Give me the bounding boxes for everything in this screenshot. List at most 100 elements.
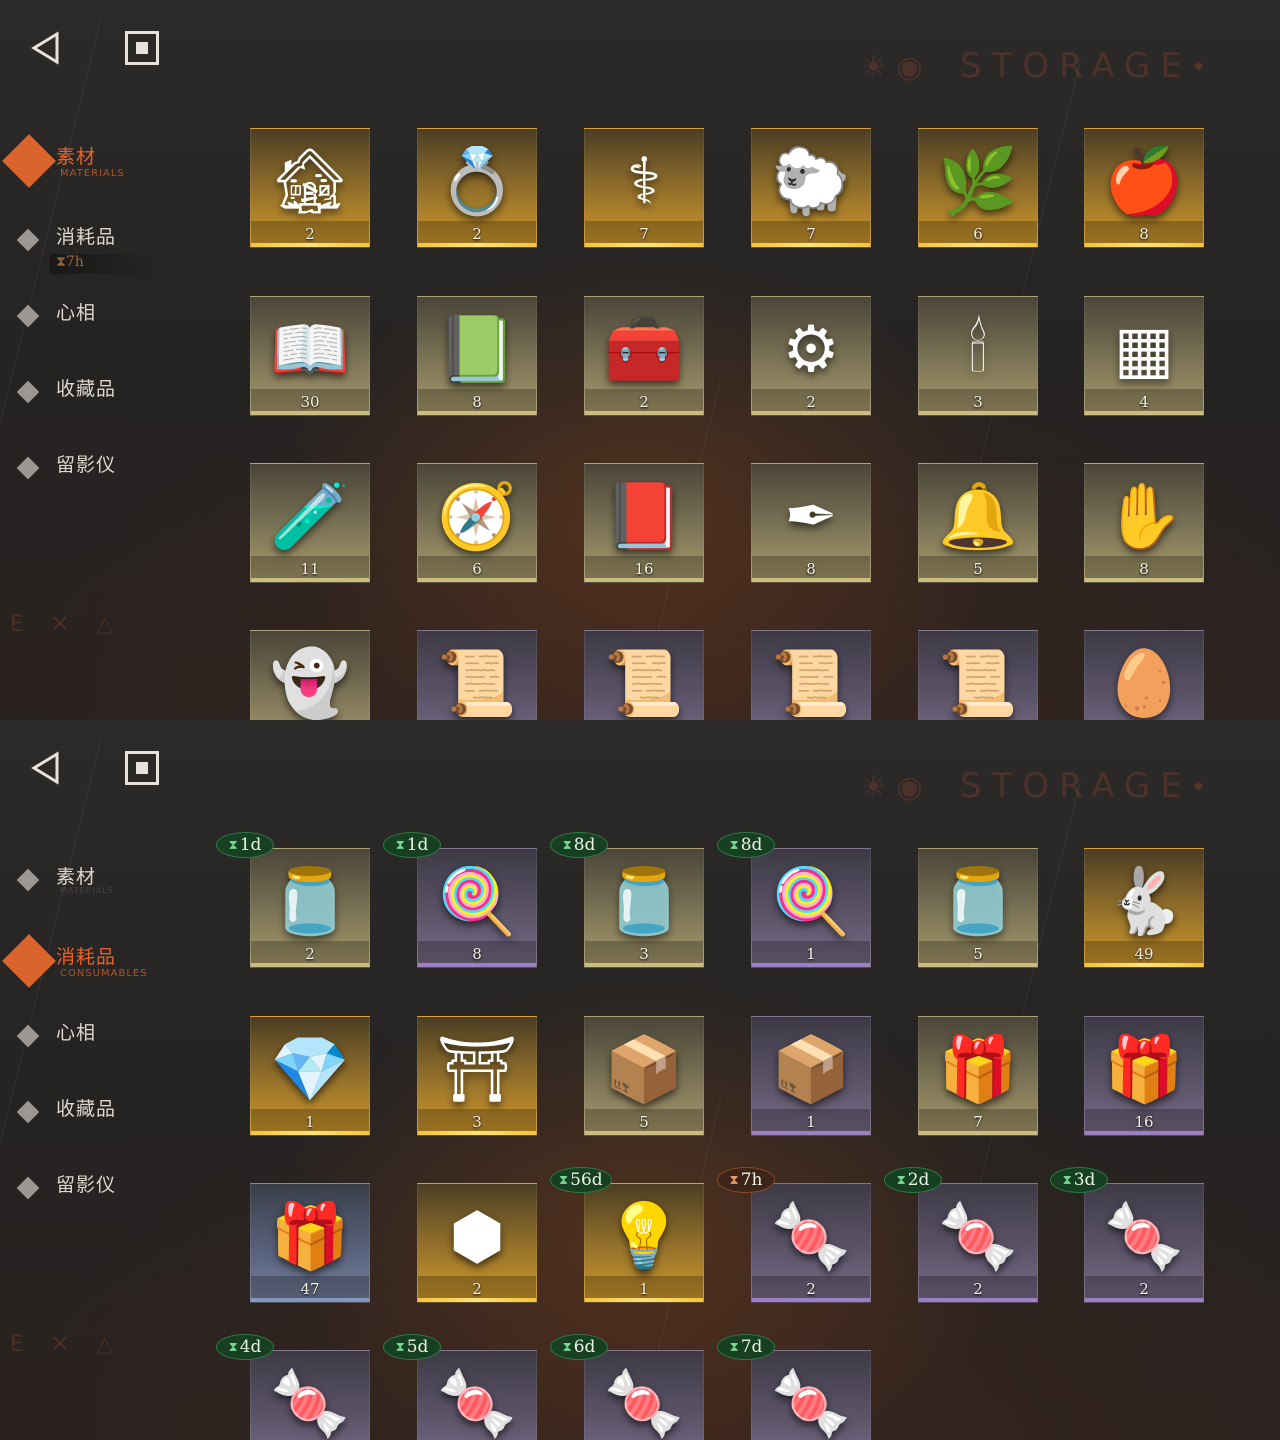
item-card[interactable]: 📜 (918, 630, 1038, 720)
item-card[interactable]: 🎁 16 (1084, 1016, 1204, 1136)
expiry-badge-text: 1d (406, 835, 429, 855)
item-card[interactable]: 📦 1 (751, 1016, 871, 1136)
tab-label: 素材 (56, 146, 97, 168)
item-card[interactable]: 🌿 6 (918, 128, 1038, 248)
hourglass-icon: ⧗ (729, 1339, 739, 1355)
item-count: 47 (300, 1280, 320, 1298)
expiry-badge-text: 3d (1073, 1170, 1096, 1190)
item-card[interactable]: 💍 2 (417, 128, 537, 248)
tab-label: 收藏品 (56, 378, 117, 400)
rarity-bar (1085, 1298, 1203, 1302)
tab-sublabel: CONSUMABLES (60, 968, 148, 979)
expiry-badge: ⧗ 7h (717, 1167, 775, 1193)
item-card[interactable]: 🍬 2 (918, 1183, 1038, 1303)
lollipops-icon: 🍭 (771, 865, 851, 939)
item-card[interactable]: 🍬 2 (751, 1183, 871, 1303)
item-card[interactable]: 🎁 47 (250, 1183, 370, 1303)
item-card[interactable]: 📜 (584, 630, 704, 720)
tab-collectibles[interactable]: 收藏品 (0, 372, 220, 428)
item-card[interactable]: 💎 1 (250, 1016, 370, 1136)
item-card[interactable]: 📦 5 (584, 1016, 704, 1136)
home-button[interactable] (122, 28, 162, 68)
item-card[interactable]: ⚕ 7 (584, 128, 704, 248)
item-count: 1 (806, 945, 816, 963)
item-count: 2 (1139, 1280, 1149, 1298)
tab-materials[interactable]: 素材 MATERIALS (0, 860, 220, 916)
rarity-bar (752, 578, 870, 582)
item-count: 2 (806, 393, 816, 411)
item-count: 1 (639, 1280, 649, 1298)
item-card[interactable]: ✋ 8 (1084, 463, 1204, 583)
item-card[interactable]: 👻 (250, 630, 370, 720)
rarity-bar (251, 1298, 369, 1302)
item-card[interactable]: 🍎 8 (1084, 128, 1204, 248)
tab-label: 消耗品 (56, 226, 117, 248)
item-card[interactable]: 📗 8 (417, 296, 537, 416)
item-card[interactable]: 🏚 2 (250, 128, 370, 248)
dot-icon: ◆ (1194, 778, 1204, 792)
tab-sublabel: MATERIALS (60, 168, 125, 179)
tab-collectibles[interactable]: 收藏品 (0, 1092, 220, 1148)
item-card[interactable]: 🫙 2 (250, 848, 370, 968)
golden-ring-icon: 💍 (437, 145, 517, 219)
item-card[interactable]: 📖 30 (250, 296, 370, 416)
item-card[interactable]: 🍭 1 (751, 848, 871, 968)
hourglass-icon: ⧗ (562, 1339, 572, 1355)
hourglass-icon: ⧗ (395, 1339, 405, 1355)
rarity-bar (919, 963, 1037, 967)
item-card[interactable]: 🥚 (1084, 630, 1204, 720)
item-card[interactable]: 📜 (751, 630, 871, 720)
item-card[interactable]: 📕 16 (584, 463, 704, 583)
item-card[interactable]: 🐑 7 (751, 128, 871, 248)
item-card[interactable]: 📜 (417, 630, 537, 720)
expiry-badge-text: 5d (406, 1337, 429, 1357)
item-card[interactable]: 🍬 (250, 1350, 370, 1440)
item-card[interactable]: 🧰 2 (584, 296, 704, 416)
back-button[interactable] (26, 28, 66, 68)
item-card[interactable]: ✒ 8 (751, 463, 871, 583)
tab-camera[interactable]: 留影仪 (0, 1168, 220, 1224)
item-card[interactable]: 🐇 49 (1084, 848, 1204, 968)
compass-disc-icon: 🧭 (437, 480, 517, 554)
back-triangle-icon (31, 751, 59, 785)
rune-table-icon: ⛩ (436, 1033, 518, 1107)
item-card[interactable]: ⚙ 2 (751, 296, 871, 416)
item-count: 2 (472, 225, 482, 243)
hexagon-puzzle-icon: ⬢ (449, 1200, 505, 1274)
tab-psychube[interactable]: 心相 (0, 1016, 220, 1072)
item-card[interactable]: 🫙 5 (918, 848, 1038, 968)
square-home-icon (125, 31, 159, 65)
scroll-green-icon: 📜 (604, 647, 684, 720)
item-card[interactable]: 🍬 (584, 1350, 704, 1440)
rarity-bar (1085, 243, 1203, 247)
home-button[interactable] (122, 748, 162, 788)
tab-camera[interactable]: 留影仪 (0, 448, 220, 504)
item-card[interactable]: ⬢ 2 (417, 1183, 537, 1303)
tab-psychube[interactable]: 心相 (0, 296, 220, 352)
item-card[interactable]: 🍭 8 (417, 848, 537, 968)
item-card[interactable]: 🍬 (751, 1350, 871, 1440)
item-card[interactable]: 🍬 2 (1084, 1183, 1204, 1303)
rarity-bar (418, 243, 536, 247)
storage-title: STORAGE (960, 46, 1192, 86)
item-card[interactable]: 💡 1 (584, 1183, 704, 1303)
hourglass-icon: ⧗ (562, 837, 572, 853)
item-card[interactable]: 🧪 11 (250, 463, 370, 583)
item-card[interactable]: 🎁 7 (918, 1016, 1038, 1136)
item-card[interactable]: 🕯 3 (918, 296, 1038, 416)
item-card[interactable]: 🔔 5 (918, 463, 1038, 583)
tab-consumables[interactable]: 消耗品 CONSUMABLES (0, 940, 220, 996)
back-button[interactable] (26, 748, 66, 788)
item-card[interactable]: 🍬 (417, 1350, 537, 1440)
tab-materials[interactable]: 素材 MATERIALS (0, 140, 220, 196)
rarity-bar (418, 578, 536, 582)
item-count: 3 (973, 393, 983, 411)
item-card[interactable]: ▦ 4 (1084, 296, 1204, 416)
expiry-badge: ⧗ 1d (216, 832, 274, 858)
tab-label: 素材 (56, 866, 97, 888)
diamond-icon (16, 1024, 40, 1048)
rarity-bar (919, 243, 1037, 247)
item-card[interactable]: 🧭 6 (417, 463, 537, 583)
item-card[interactable]: ⛩ 3 (417, 1016, 537, 1136)
item-card[interactable]: 🫙 3 (584, 848, 704, 968)
